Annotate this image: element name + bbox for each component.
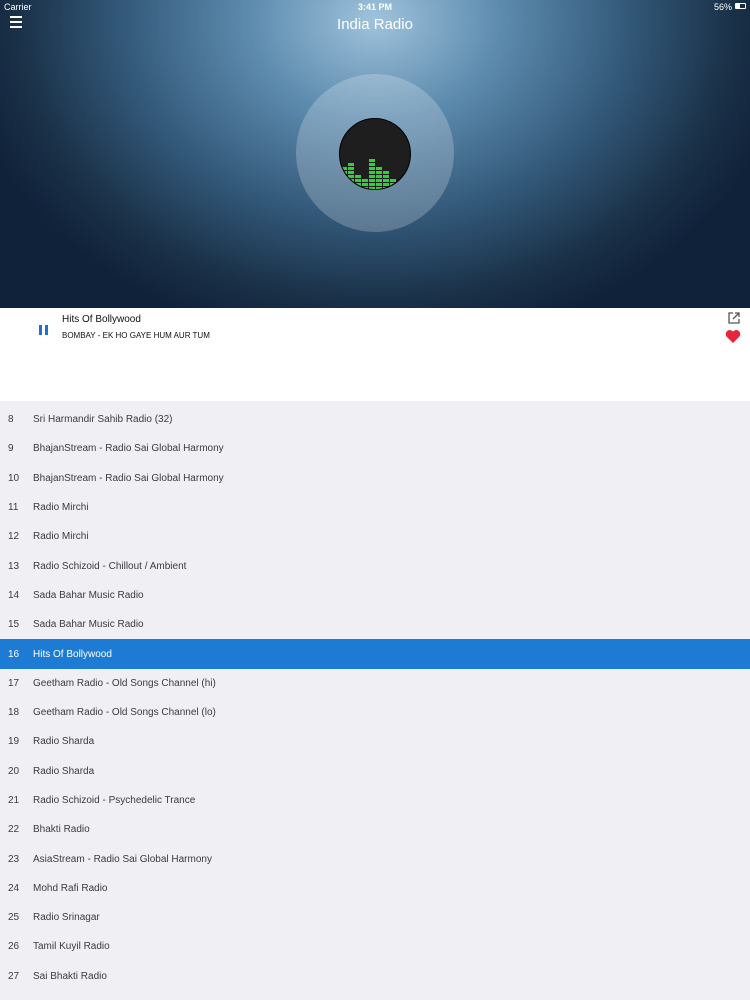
station-number: 17 [8, 677, 20, 689]
station-number: 21 [8, 795, 20, 806]
station-number: 19 [8, 736, 20, 748]
station-name: Sri Harmandir Sahib Radio (32) [33, 414, 173, 426]
station-name: BhajanStream - Radio Sai Global Harmony [33, 443, 224, 455]
station-name: BhajanStream - Radio Sai Global Harmony [33, 472, 224, 484]
hero-header: Carrier 3:41 PM 56% India Radio [0, 0, 750, 308]
battery-percent: 56% [713, 2, 732, 12]
station-name: Radio Schizoid - Chillout / Ambient [33, 560, 187, 572]
station-number: 18 [8, 707, 20, 719]
battery-icon [735, 3, 746, 9]
station-number: 25 [8, 912, 20, 924]
station-number: 12 [8, 531, 20, 543]
station-name: Tamil Kuyil Radio [33, 941, 110, 953]
station-number: 11 [8, 502, 19, 514]
station-number: 14 [8, 589, 20, 601]
station-row[interactable]: 23 AsiaStream - Radio Sai Global Harmony [0, 844, 750, 873]
station-row[interactable]: 21 Radio Schizoid - Psychedelic Trance [0, 786, 750, 815]
station-name: Radio Mirchi [33, 531, 89, 543]
station-name: Radio Sharda [33, 736, 95, 748]
station-name: Geetham Radio - Old Songs Channel (hi) [33, 677, 216, 689]
favorite-heart-icon[interactable] [725, 329, 741, 344]
station-row[interactable]: 13 Radio Schizoid - Chillout / Ambient [0, 551, 750, 580]
station-row[interactable]: 26 Tamil Kuyil Radio [0, 932, 750, 961]
station-number: 26 [8, 941, 20, 953]
station-number: 27 [8, 970, 20, 982]
station-number: 20 [8, 765, 20, 777]
station-number: 13 [8, 560, 20, 572]
station-row[interactable]: 14 Sada Bahar Music Radio [0, 581, 750, 610]
station-name: Hits Of Bollywood [33, 648, 112, 660]
station-row[interactable]: 25 Radio Srinagar [0, 903, 750, 932]
pause-button[interactable] [39, 325, 51, 337]
station-row[interactable]: 8 Sri Harmandir Sahib Radio (32) [0, 405, 750, 434]
now-playing-song: BOMBAY - EK HO GAYE HUM AUR TUM [62, 331, 210, 340]
station-row[interactable]: 22 Bhakti Radio [0, 815, 750, 844]
station-row[interactable]: 18 Geetham Radio - Old Songs Channel (lo) [0, 698, 750, 727]
station-row[interactable]: 19 Radio Sharda [0, 727, 750, 756]
station-name: Mohd Rafi Radio [33, 882, 108, 894]
equalizer-icon [341, 159, 403, 189]
station-name: Radio Sharda [33, 765, 95, 777]
station-number: 23 [8, 853, 20, 865]
station-number: 15 [8, 619, 20, 631]
station-name: Radio Schizoid - Psychedelic Trance [33, 795, 196, 806]
station-name: Geetham Radio - Old Songs Channel (lo) [33, 707, 216, 719]
now-playing-station: Hits Of Bollywood [62, 314, 141, 325]
station-number: 16 [8, 648, 20, 660]
station-number: 9 [8, 443, 14, 455]
station-row[interactable]: 20 Radio Sharda [0, 757, 750, 786]
station-name: Radio Mirchi [33, 502, 89, 514]
station-row[interactable]: 10 BhajanStream - Radio Sai Global Harmon… [0, 464, 750, 493]
station-logo [339, 118, 411, 190]
station-name: Sada Bahar Music Radio [33, 589, 144, 601]
station-name: Sai Bhakti Radio [33, 970, 107, 982]
station-number: 8 [8, 414, 14, 426]
station-row[interactable]: 27 Sai Bhakti Radio [0, 962, 750, 991]
station-row[interactable]: 11 Radio Mirchi [0, 493, 750, 522]
station-row[interactable]: 17 Geetham Radio - Old Songs Channel (hi) [0, 669, 750, 698]
station-row[interactable]: 16 Hits Of Bollywood [0, 639, 750, 669]
station-row[interactable]: 12 Radio Mirchi [0, 522, 750, 551]
page-title: India Radio [337, 16, 413, 33]
station-row[interactable]: 9 BhajanStream - Radio Sai Global Harmony [0, 434, 750, 463]
station-name: Radio Srinagar [33, 912, 100, 924]
station-number: 10 [8, 472, 20, 484]
station-row[interactable]: 15 Sada Bahar Music Radio [0, 610, 750, 639]
station-name: AsiaStream - Radio Sai Global Harmony [33, 853, 212, 865]
station-name: Bhakti Radio [33, 824, 90, 836]
station-row[interactable]: 24 Mohd Rafi Radio [0, 874, 750, 903]
station-list: 8 Sri Harmandir Sahib Radio (32) 9 BhajanSt… [0, 405, 750, 991]
clock: 3:41 PM [357, 2, 392, 12]
station-number: 22 [8, 824, 20, 836]
station-name: Sada Bahar Music Radio [33, 619, 144, 631]
station-number: 24 [8, 882, 20, 894]
share-icon[interactable] [727, 311, 741, 325]
status-bar: Carrier 3:41 PM 56% [0, 0, 750, 14]
